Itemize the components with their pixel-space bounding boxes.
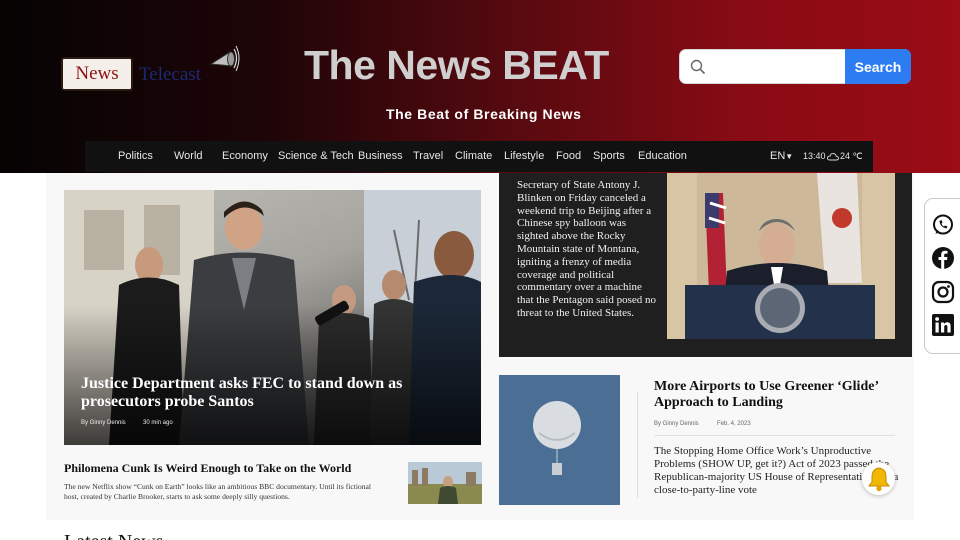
search-button[interactable]: Search [845, 49, 911, 84]
main-nav: Politics World Economy Science & Tech Bu… [85, 141, 873, 172]
nav-item-lifestyle[interactable]: Lifestyle [504, 150, 544, 162]
feature-story-text[interactable]: Secretary of State Antony J. Blinken on … [517, 179, 657, 320]
logo-subtitle: Telecast [139, 64, 201, 85]
lead-story-headline[interactable]: Justice Department asks FEC to stand dow… [81, 375, 451, 411]
logo-word: News [75, 63, 119, 84]
language-selector[interactable]: EN▼ [770, 150, 793, 162]
lead-story-time: 30 min ago [143, 420, 173, 426]
feature-story-image[interactable] [667, 173, 895, 339]
airports-story-author: By Ginny Dennis [654, 421, 699, 427]
megaphone-icon [209, 45, 240, 72]
nav-item-food[interactable]: Food [556, 150, 581, 162]
feature-photo-illustration [667, 173, 895, 339]
clock-time: 13:40 [803, 151, 826, 161]
secondary-story-description: The new Netflix show “Cunk on Earth” loo… [64, 482, 372, 501]
search-icon [690, 59, 706, 75]
nav-item-education[interactable]: Education [638, 150, 687, 162]
language-label: EN [770, 150, 786, 162]
nav-item-travel[interactable]: Travel [413, 150, 443, 162]
whatsapp-icon[interactable] [931, 213, 955, 237]
airports-story-image[interactable] [499, 375, 620, 505]
thumbnail-illustration [408, 462, 482, 504]
instagram-icon[interactable] [931, 280, 955, 304]
weather-cloud-icon [827, 153, 839, 161]
story-divider [654, 435, 895, 436]
balloon-photo-illustration [499, 375, 620, 505]
latest-news-heading: Latest News [64, 531, 163, 540]
notification-button[interactable] [862, 462, 895, 495]
nav-item-climate[interactable]: Climate [455, 150, 492, 162]
nav-item-science-tech[interactable]: Science & Tech [278, 150, 354, 162]
airports-story-headline[interactable]: More Airports to Use Greener ‘Glide’ App… [654, 379, 894, 411]
facebook-icon[interactable] [931, 246, 955, 270]
temperature: 24 ℃ [840, 151, 863, 161]
search-bar: Search [679, 49, 911, 84]
airports-story-date: Feb. 4, 2023 [717, 421, 751, 427]
secondary-story-thumbnail[interactable] [408, 462, 482, 504]
nav-item-politics[interactable]: Politics [118, 150, 153, 162]
site-title: The News BEAT [304, 42, 609, 88]
social-share-bar [924, 198, 960, 354]
column-divider [637, 392, 638, 498]
site-tagline: The Beat of Breaking News [386, 106, 582, 122]
secondary-story-headline[interactable]: Philomena Cunk Is Weird Enough to Take o… [64, 461, 351, 476]
linkedin-icon[interactable] [931, 313, 955, 337]
nav-item-sports[interactable]: Sports [593, 150, 625, 162]
nav-item-world[interactable]: World [174, 150, 203, 162]
chevron-down-icon: ▼ [785, 152, 794, 161]
bell-icon [867, 466, 890, 491]
lead-story-author: By Ginny Dennis [81, 420, 126, 426]
search-input[interactable] [716, 53, 844, 81]
nav-item-economy[interactable]: Economy [222, 150, 268, 162]
site-logo[interactable]: News [61, 57, 133, 91]
nav-item-business[interactable]: Business [358, 150, 403, 162]
